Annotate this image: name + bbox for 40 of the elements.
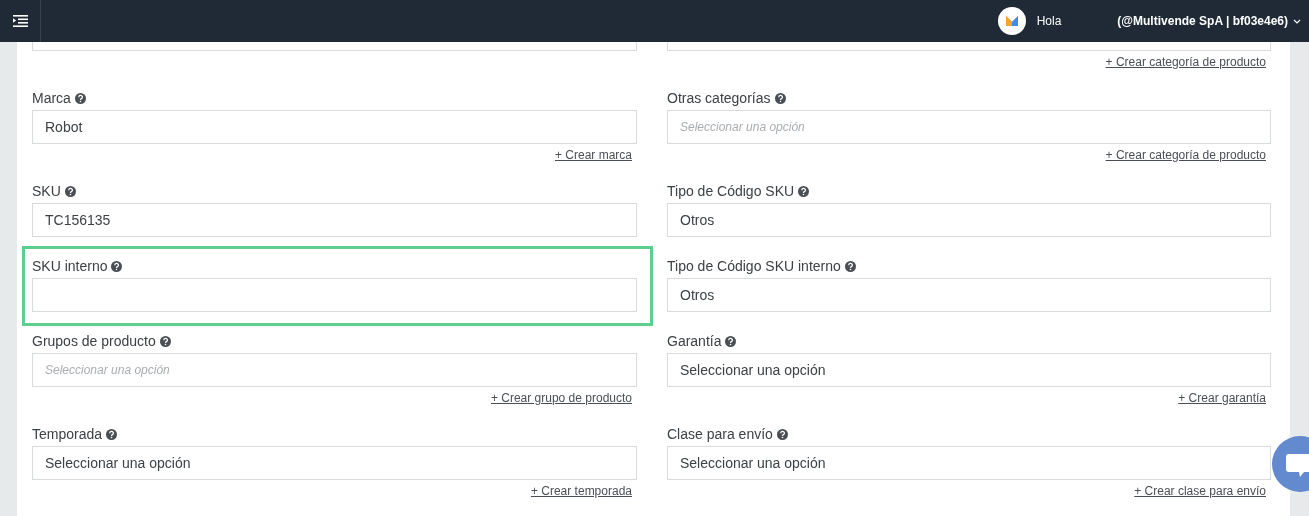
field-label: Grupos de producto: [32, 333, 156, 349]
help-icon[interactable]: [798, 185, 810, 197]
account-menu[interactable]: (@Multivende SpA | bf03e4e6): [1117, 14, 1301, 28]
input-field[interactable]: TC156135: [32, 203, 637, 237]
help-icon[interactable]: [725, 335, 737, 347]
input-field[interactable]: Otros: [667, 203, 1271, 237]
field-label: Tipo de Código SKU: [667, 183, 795, 199]
help-icon[interactable]: [64, 185, 76, 197]
help-icon[interactable]: [74, 92, 86, 104]
help-icon[interactable]: [106, 428, 118, 440]
create-link[interactable]: + Crear marca: [554, 148, 632, 162]
chevron-down-icon[interactable]: [1293, 18, 1301, 24]
field-label: SKU interno: [32, 258, 108, 274]
help-icon[interactable]: [159, 335, 171, 347]
help-icon[interactable]: [844, 260, 856, 272]
input-field[interactable]: Seleccionar una opción: [667, 353, 1271, 387]
input-field[interactable]: Otros: [667, 278, 1271, 312]
help-icon[interactable]: [776, 428, 788, 440]
field-label: Marca: [32, 90, 71, 106]
field-label: Otras categorías: [667, 90, 771, 106]
menu-icon[interactable]: [12, 15, 28, 27]
create-link[interactable]: + Crear garantía: [1178, 391, 1266, 405]
create-link[interactable]: + Crear categoría de producto: [1105, 148, 1266, 162]
greeting-text: Hola: [1036, 14, 1062, 28]
create-link[interactable]: + Crear grupo de producto: [490, 391, 632, 405]
create-link[interactable]: + Crear categoría de producto: [1105, 55, 1266, 69]
input-field[interactable]: [32, 278, 637, 312]
avatar-logo-icon: [997, 7, 1026, 35]
input-field[interactable]: Seleccionar una opción: [32, 446, 637, 480]
field-label: Garantía: [667, 333, 722, 349]
help-icon[interactable]: [774, 92, 786, 104]
input-field[interactable]: Seleccionar una opción: [667, 446, 1271, 480]
create-link[interactable]: + Crear clase para envío: [1134, 484, 1266, 498]
create-link[interactable]: + Crear temporada: [530, 484, 632, 498]
field-label: SKU: [32, 183, 61, 199]
field-label: Tipo de Código SKU interno: [667, 258, 841, 274]
help-icon[interactable]: [111, 260, 123, 272]
field-label: Clase para envío: [667, 426, 773, 442]
field-label: Temporada: [32, 426, 103, 442]
input-field[interactable]: Robot: [32, 110, 637, 144]
